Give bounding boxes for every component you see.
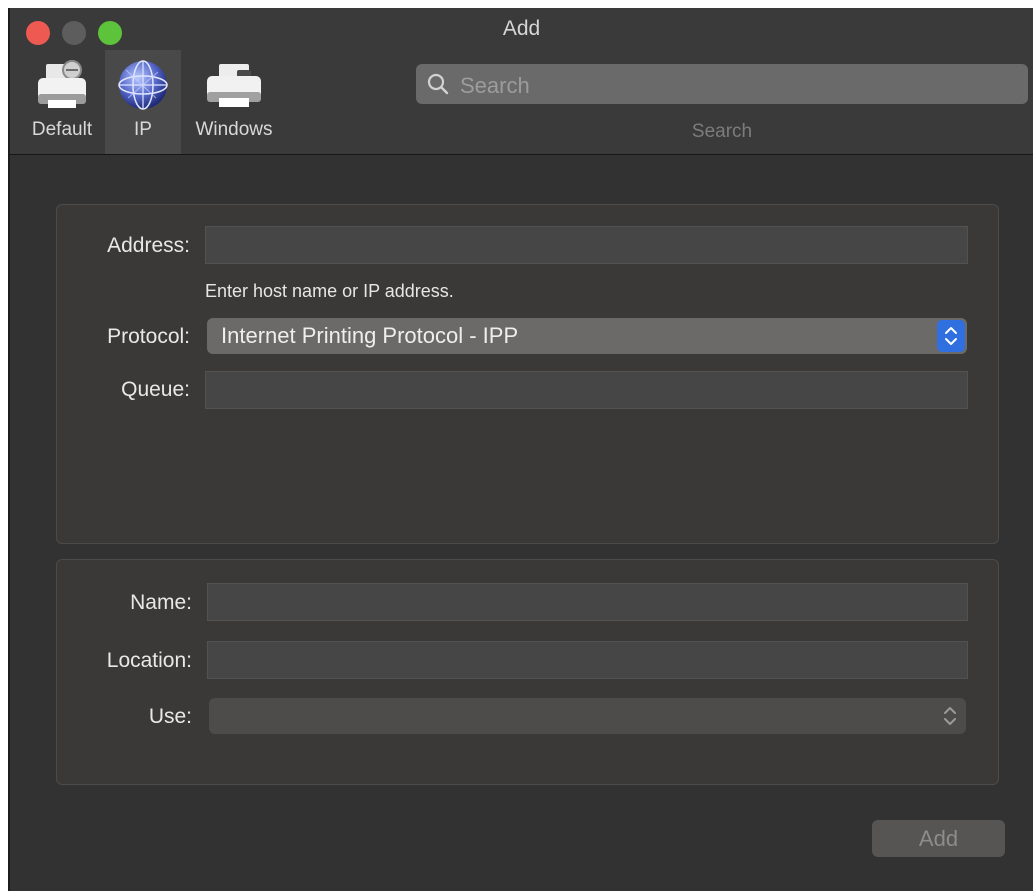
queue-label: Queue: (121, 378, 190, 401)
toolbar-default-label: Default (31, 119, 93, 140)
address-field[interactable] (205, 226, 968, 264)
address-label: Address: (107, 234, 190, 257)
toolbar-ip[interactable]: IP (105, 50, 181, 154)
name-field[interactable] (207, 583, 968, 621)
toolbar-windows-label: Windows (195, 119, 273, 140)
details-group: Name: Location: Use: (56, 559, 999, 785)
window-title: Add (502, 17, 541, 40)
use-label: Use: (148, 705, 192, 728)
search-field[interactable] (416, 64, 1028, 104)
titlebar-toolbar: Add Default IP Windows Search Search (10, 8, 1033, 155)
toolbar-windows[interactable]: Windows (188, 50, 280, 154)
location-label: Location: (106, 649, 192, 672)
protocol-value: Internet Printing Protocol - IPP (221, 323, 519, 348)
chevron-updown-icon (937, 320, 965, 352)
search-input[interactable] (458, 72, 1002, 100)
protocol-popup[interactable]: Internet Printing Protocol - IPP (207, 318, 967, 354)
add-button[interactable]: Add (872, 820, 1005, 857)
search-icon (426, 72, 450, 101)
toolbar-default[interactable]: Default (22, 50, 102, 154)
search-caption: Search (691, 121, 753, 142)
address-hint: Enter host name or IP address. (205, 281, 454, 301)
queue-field[interactable] (205, 371, 968, 409)
connection-group: Address: Enter host name or IP address. … (56, 204, 999, 544)
location-field[interactable] (207, 641, 968, 679)
chevron-updown-icon (936, 700, 964, 732)
add-printer-window: Add Default IP Windows Search Search Add… (8, 8, 1033, 891)
printer-default-icon (34, 58, 90, 119)
name-label: Name: (130, 591, 192, 614)
use-popup[interactable] (209, 698, 966, 734)
printer-windows-icon (203, 58, 265, 119)
protocol-label: Protocol: (107, 325, 190, 348)
globe-icon (116, 58, 170, 117)
toolbar-ip-label: IP (134, 119, 152, 140)
